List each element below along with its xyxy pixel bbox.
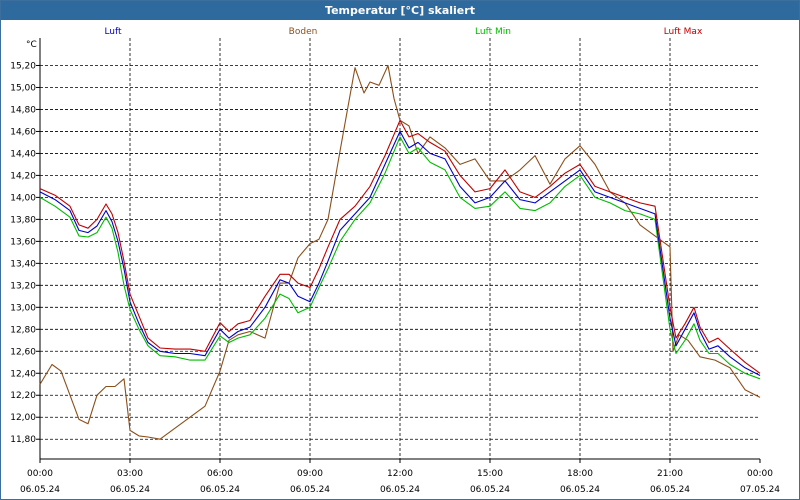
- x-tick-time-label: 09:00: [297, 469, 323, 479]
- y-tick-label: 13,40: [10, 259, 36, 269]
- x-tick-time-label: 18:00: [567, 469, 593, 479]
- y-tick-label: 13,60: [10, 237, 36, 247]
- y-tick-label: 12,60: [10, 347, 36, 357]
- x-tick-date-label: 06.05.24: [380, 485, 420, 495]
- x-tick-date-label: 06.05.24: [200, 485, 240, 495]
- x-tick-date-label: 06.05.24: [650, 485, 690, 495]
- y-tick-label: 13,20: [10, 281, 36, 291]
- y-tick-label: 15,20: [10, 61, 36, 71]
- x-tick-time-label: 03:00: [117, 469, 143, 479]
- y-tick-label: 14,40: [10, 149, 36, 159]
- x-tick-date-label: 07.05.24: [740, 485, 780, 495]
- x-tick-time-label: 12:00: [387, 469, 413, 479]
- x-tick-date-label: 06.05.24: [470, 485, 510, 495]
- legend-label-luft-max: Luft Max: [664, 27, 703, 37]
- x-tick-date-label: 06.05.24: [560, 485, 600, 495]
- x-tick-time-label: 00:00: [27, 469, 53, 479]
- y-tick-label: 13,00: [10, 303, 36, 313]
- y-tick-label: 14,60: [10, 127, 36, 137]
- y-tick-label: 12,40: [10, 369, 36, 379]
- y-tick-label: 12,00: [10, 413, 36, 423]
- legend-label-luft-min: Luft Min: [475, 27, 511, 37]
- y-tick-label: 13,80: [10, 215, 36, 225]
- legend-label-boden: Boden: [289, 27, 318, 37]
- y-tick-label: 12,20: [10, 391, 36, 401]
- x-tick-time-label: 15:00: [477, 469, 503, 479]
- y-tick-label: 14,80: [10, 105, 36, 115]
- x-tick-time-label: 21:00: [657, 469, 683, 479]
- y-tick-label: 14,20: [10, 171, 36, 181]
- y-tick-label: 11,80: [10, 435, 36, 445]
- x-tick-time-label: 00:00: [747, 469, 773, 479]
- legend-label-luft: Luft: [104, 27, 122, 37]
- y-tick-label: 14,00: [10, 193, 36, 203]
- x-tick-date-label: 06.05.24: [20, 485, 60, 495]
- y-tick-label: 15,00: [10, 83, 36, 93]
- x-tick-date-label: 06.05.24: [290, 485, 330, 495]
- x-tick-time-label: 06:00: [207, 469, 233, 479]
- y-axis-unit-label: °C: [26, 40, 37, 50]
- y-tick-label: 12,80: [10, 325, 36, 335]
- chart-canvas: 11,80 12,00 12,20 12,40 12,60 12,80 13,00 13,20…: [10, 27, 780, 495]
- x-tick-date-label: 06.05.24: [110, 485, 150, 495]
